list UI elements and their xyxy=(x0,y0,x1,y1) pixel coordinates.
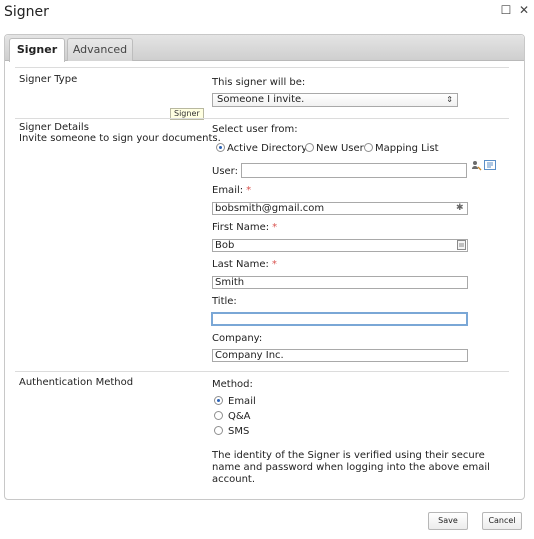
radio-button[interactable] xyxy=(364,143,373,152)
first-name-label: First Name: * xyxy=(212,222,277,233)
user-input[interactable] xyxy=(241,163,467,178)
cancel-button[interactable]: Cancel xyxy=(482,512,522,530)
company-field[interactable]: Company Inc. xyxy=(212,349,468,362)
signer-type-label: Signer Type xyxy=(19,74,78,85)
company-label: Company: xyxy=(212,333,263,344)
radio-label: Active Directory xyxy=(227,143,308,154)
email-field[interactable]: bobsmith@gmail.com xyxy=(212,202,468,215)
radio-button[interactable] xyxy=(214,396,223,405)
radio-label: Mapping List xyxy=(375,143,439,154)
radio-active-directory[interactable]: Active Directory xyxy=(216,143,307,154)
radio-mapping-list[interactable]: Mapping List xyxy=(364,143,439,154)
user-label: User: xyxy=(212,166,238,177)
save-button[interactable]: Save xyxy=(428,512,468,530)
method-label: Method: xyxy=(212,379,253,390)
radio-label: Q&A xyxy=(228,411,251,422)
address-book-icon[interactable] xyxy=(484,160,496,173)
tab-advanced[interactable]: Advanced xyxy=(67,38,133,61)
chevron-updown-icon: ⇕ xyxy=(446,95,453,104)
radio-qa[interactable]: Q&A xyxy=(214,411,251,422)
select-user-label: Select user from: xyxy=(212,124,298,135)
divider xyxy=(15,371,509,372)
first-name-field[interactable]: Bob xyxy=(212,239,468,252)
window-title: Signer xyxy=(4,4,49,20)
authentication-method-label: Authentication Method xyxy=(19,377,134,388)
title-label: Title: xyxy=(212,296,237,307)
signer-type-value: Someone I invite. xyxy=(217,94,305,105)
last-name-field[interactable]: Smith xyxy=(212,276,468,289)
close-icon[interactable]: ✕ xyxy=(517,3,531,17)
radio-new-user[interactable]: New User xyxy=(305,143,364,154)
radio-button[interactable] xyxy=(214,411,223,420)
email-label: Email: * xyxy=(212,185,251,196)
required-marker: * xyxy=(272,222,278,233)
signer-details-label: Signer Details xyxy=(19,122,89,133)
required-marker: * xyxy=(271,259,277,270)
divider xyxy=(15,118,509,119)
last-name-label: Last Name: * xyxy=(212,259,277,270)
maximize-icon[interactable]: ☐ xyxy=(499,3,513,17)
key-icon: ✱ xyxy=(456,203,464,213)
signer-type-select[interactable]: Someone I invite. ⇕ xyxy=(212,93,458,107)
tab-bar: Signer Advanced xyxy=(5,35,524,62)
title-field[interactable] xyxy=(211,312,468,326)
user-lookup-icon[interactable] xyxy=(471,160,482,174)
signer-type-prompt: This signer will be: xyxy=(212,77,306,88)
authentication-description: The identity of the Signer is verified u… xyxy=(212,450,490,485)
radio-label: SMS xyxy=(228,426,250,437)
last-name-label-text: Last Name: xyxy=(212,259,269,270)
email-label-text: Email: xyxy=(212,185,244,196)
tab-signer[interactable]: Signer xyxy=(9,38,65,62)
signer-details-description: Invite someone to sign your documents. xyxy=(19,133,221,144)
required-marker: * xyxy=(246,185,252,196)
radio-label: Email xyxy=(228,396,256,407)
first-name-label-text: First Name: xyxy=(212,222,270,233)
radio-button[interactable] xyxy=(214,426,223,435)
radio-button[interactable] xyxy=(305,143,314,152)
radio-button[interactable] xyxy=(216,143,225,152)
radio-sms[interactable]: SMS xyxy=(214,426,249,437)
divider xyxy=(15,67,509,68)
radio-label: New User xyxy=(316,143,364,154)
radio-email[interactable]: Email xyxy=(214,396,256,407)
contact-card-icon xyxy=(457,240,466,253)
